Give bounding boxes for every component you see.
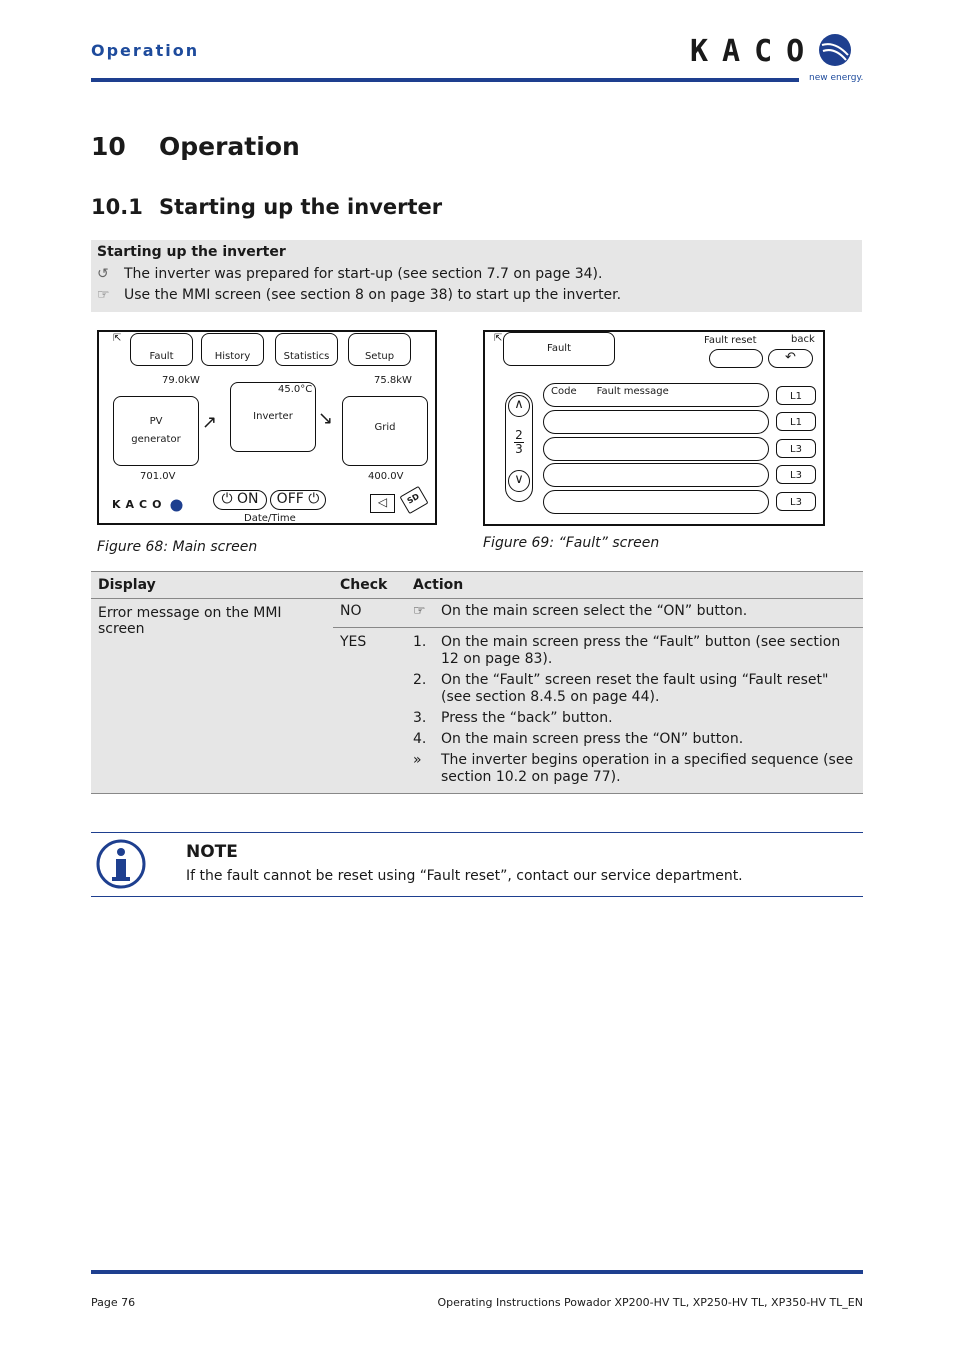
footer-rule [91,1270,863,1274]
fault-list-row [543,437,769,461]
kaco-screen-logo: KACO [112,498,167,511]
logo-tagline: new energy. [809,73,864,83]
hand-pointer-icon: ☞ [97,287,110,303]
arrow-icon: ↘ [318,408,334,429]
chapter-heading: 10 Operation [91,132,300,161]
pv-voltage: 701.0V [140,471,176,482]
prerequisite-icon: ↺ [97,266,109,282]
level-badge: L1 [776,412,816,431]
page-number: Page 76 [91,1296,136,1309]
instruction-item: ☞ Use the MMI screen (see section 8 on pa… [97,287,622,303]
note-text: If the fault cannot be reset using “Faul… [186,868,743,884]
check-cell: YES [333,627,406,794]
instruction-box: Starting up the inverter ↺ The inverter w… [91,240,862,312]
inverter-temperature: 45.0°C [278,384,313,395]
statistics-button: Statistics [275,333,338,366]
instruction-item: ↺ The inverter was prepared for start-up … [97,266,603,282]
check-cell: NO [333,598,406,628]
history-button: History [201,333,264,366]
fault-reset-button [709,349,763,368]
on-button: ⏻ ON [213,490,267,510]
table-row: Error message on the MMI screen NO ☞ On t… [91,598,863,794]
fault-list-row [543,463,769,487]
kaco-logo: KACO [690,34,819,69]
pv-power: 79.0kW [162,375,200,386]
arrow-icon: ↗ [202,412,218,433]
figure-69-caption: Figure 69: “Fault” screen [483,535,660,551]
level-badge: L3 [776,439,816,458]
main-screen-figure: ⇱ Fault History Statistics Setup 79.0kW … [97,330,437,525]
kaco-logo-icon [819,34,851,66]
fault-screen-figure: ⇱ Fault Fault reset back ↶ ∧ 23 ∨ Code Fa… [483,330,825,526]
fault-title-box: Fault [503,332,615,366]
section-heading: 10.1 Starting up the inverter [91,195,443,219]
info-icon [96,839,146,889]
note-title: NOTE [186,842,238,862]
troubleshooting-table: Display Check Action Error message on the … [91,571,863,794]
grid-box: Grid [342,396,428,466]
kaco-logo-icon [170,499,183,512]
level-badge: L3 [776,465,816,484]
level-badge: L1 [776,386,816,405]
scroll-down-icon: ∨ [508,470,530,492]
fault-list-header: Code Fault message [543,383,769,407]
note-box: NOTE If the fault cannot be reset using … [91,832,863,897]
fault-reset-label: Fault reset [704,335,757,346]
sd-card-icon: SD [399,485,429,515]
fault-list-row [543,490,769,514]
grid-power: 75.8kW [374,375,412,386]
setup-button: Setup [348,333,411,366]
level-badge: L3 [776,492,816,511]
back-icon: ↶ [768,349,813,368]
display-cell: Error message on the MMI screen [91,598,333,794]
power-icon: ⏻ [221,491,238,507]
running-header: Operation [91,41,200,60]
speaker-icon: ◁ [370,494,395,513]
fault-list-row [543,410,769,434]
off-button: OFF ⏻ [270,490,326,510]
back-label: back [791,334,815,345]
figure-68-caption: Figure 68: Main screen [97,539,258,555]
document-title: Operating Instructions Powador XP200-HV … [437,1296,863,1309]
instruction-title: Starting up the inverter [97,244,286,260]
pager: ∧ 23 ∨ [505,392,533,502]
fault-button: Fault [130,333,193,366]
power-icon: ⏻ [303,491,320,507]
date-time: Date/Time [244,513,296,524]
scroll-up-icon: ∧ [508,395,530,417]
header-rule [91,78,799,82]
grid-voltage: 400.0V [368,471,404,482]
pv-generator-box: PV generator [113,396,199,466]
